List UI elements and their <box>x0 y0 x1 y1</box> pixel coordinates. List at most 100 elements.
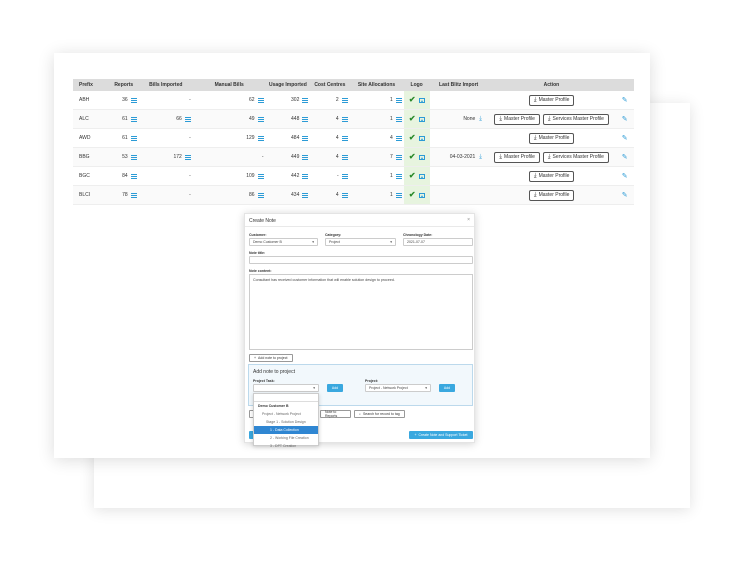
list-icon[interactable] <box>341 116 348 122</box>
list-icon[interactable] <box>257 135 264 141</box>
master-profile-button[interactable]: ⤓ Master Profile <box>528 189 575 201</box>
pencil-icon[interactable]: ✎ <box>622 96 628 104</box>
table-body: ABH 36-62 302 2 1 ✔ ⤓ Master Profile ✎ ALC 61 66 49 4… <box>73 91 634 205</box>
dropdown-option[interactable]: 2 - Working File Creation <box>254 434 318 442</box>
pencil-icon[interactable]: ✎ <box>622 153 628 161</box>
chevron-down-icon: ▾ <box>425 386 427 390</box>
note-to-reports-button[interactable]: Note to Reports <box>320 410 351 418</box>
cell-last-blitz-import: 04-03-2021 ⤓ <box>430 148 488 166</box>
image-icon[interactable] <box>418 135 425 141</box>
customer-select[interactable]: Demo Customer B ▾ <box>249 238 318 246</box>
list-icon[interactable] <box>341 97 348 103</box>
project-task-label: Project Task: <box>253 379 275 383</box>
master-profile-button[interactable]: ⤓ Master Profile <box>528 94 575 106</box>
download-icon[interactable]: ⤓ <box>479 116 482 123</box>
list-icon[interactable] <box>130 173 137 179</box>
list-icon[interactable] <box>130 135 137 141</box>
master-profile-button[interactable]: ⤓ Master Profile <box>494 113 540 125</box>
cell-prefix-value: BBG <box>79 154 90 160</box>
button-label: Master Profile <box>538 192 570 198</box>
list-icon[interactable] <box>341 192 348 198</box>
list-icon[interactable] <box>257 97 264 103</box>
note-content-textarea[interactable]: Consultant has received customer informa… <box>249 274 473 350</box>
project-task-select[interactable]: ▾ <box>253 384 319 392</box>
list-icon[interactable] <box>302 97 309 103</box>
chevron-down-icon: ▾ <box>313 386 315 390</box>
list-icon[interactable] <box>341 173 348 179</box>
chevron-down-icon: ▾ <box>390 240 392 244</box>
list-icon[interactable] <box>302 116 309 122</box>
list-icon[interactable] <box>302 173 309 179</box>
dropdown-option[interactable]: 3 - DPT Creation <box>254 442 318 450</box>
image-icon[interactable] <box>418 97 425 103</box>
list-icon[interactable] <box>184 154 191 160</box>
search-record-button[interactable]: ⌕ Search for record to tag <box>354 410 405 418</box>
cell-site-allocations: 1 <box>350 167 404 185</box>
list-icon[interactable] <box>130 116 137 122</box>
list-icon[interactable] <box>257 192 264 198</box>
dropdown-option[interactable]: 1 - Data Collection <box>254 426 318 434</box>
dropdown-option[interactable]: Stage 1 - Solution Design <box>254 418 318 426</box>
cell-cost-centres-value: - <box>336 173 339 179</box>
cell-action: ⤓ Master Profile <box>488 186 616 204</box>
note-title-input[interactable] <box>249 256 473 264</box>
cell-reports: 36 <box>109 91 139 109</box>
list-icon[interactable] <box>395 154 402 160</box>
add-project-button[interactable]: Add <box>439 384 455 392</box>
list-icon[interactable] <box>395 192 402 198</box>
list-icon[interactable] <box>395 135 402 141</box>
pencil-icon[interactable]: ✎ <box>622 134 628 142</box>
list-icon[interactable] <box>302 154 309 160</box>
list-icon[interactable] <box>395 173 402 179</box>
dropdown-option[interactable]: Project - Network Project <box>254 410 318 418</box>
cell-reports: 84 <box>109 167 139 185</box>
image-icon[interactable] <box>418 116 425 122</box>
create-note-button[interactable]: + Create Note and Support Ticket <box>409 431 473 439</box>
list-icon[interactable] <box>341 154 348 160</box>
chronology-date-input[interactable]: 2021-07-07 <box>403 238 473 246</box>
dropdown-search[interactable] <box>254 394 318 402</box>
list-icon[interactable] <box>341 135 348 141</box>
master-profile-button[interactable]: ⤓ Master Profile <box>528 170 575 182</box>
list-icon[interactable] <box>130 192 137 198</box>
project-task-dropdown: Demo Customer B Project - Network Project… <box>253 393 319 448</box>
list-icon[interactable] <box>257 116 264 122</box>
category-select[interactable]: Project ▾ <box>325 238 396 246</box>
services-master-profile-button[interactable]: ⤓ Services Master Profile <box>542 151 609 163</box>
cell-bills-imported-value: - <box>189 173 191 179</box>
pencil-icon[interactable]: ✎ <box>622 115 628 123</box>
cell-reports: 61 <box>109 110 139 128</box>
download-icon[interactable]: ⤓ <box>479 154 482 161</box>
list-icon[interactable] <box>130 154 137 160</box>
cell-prefix-value: AWD <box>79 135 91 141</box>
dropdown-option[interactable]: Demo Customer B <box>254 402 318 410</box>
cell-reports: 53 <box>109 148 139 166</box>
close-icon[interactable]: × <box>467 217 470 223</box>
list-icon[interactable] <box>302 192 309 198</box>
image-icon[interactable] <box>418 154 425 160</box>
cell-prefix: ABH <box>73 91 109 109</box>
list-icon[interactable] <box>302 135 309 141</box>
pencil-icon[interactable]: ✎ <box>622 191 628 199</box>
image-icon[interactable] <box>418 173 425 179</box>
master-profile-button[interactable]: ⤓ Master Profile <box>494 151 540 163</box>
list-icon[interactable] <box>395 97 402 103</box>
master-profile-button[interactable]: ⤓ Master Profile <box>528 132 575 144</box>
cell-bills-imported-value: - <box>189 135 191 141</box>
list-icon[interactable] <box>257 173 264 179</box>
search-icon: ⌕ <box>359 412 361 416</box>
cell-bills-imported: - <box>139 129 193 147</box>
pencil-icon[interactable]: ✎ <box>622 172 628 180</box>
cell-bills-imported-value: 66 <box>176 116 182 122</box>
services-master-profile-button[interactable]: ⤓ Services Master Profile <box>542 113 609 125</box>
cell-manual-bills: 86 <box>193 186 266 204</box>
table-row: BBG 53 172-449 4 7 ✔ 04-03-2021 ⤓ ⤓ Master Profil… <box>73 148 634 167</box>
cell-edit: ✎ <box>615 186 634 204</box>
project-select[interactable]: Project - Network Project ▾ <box>365 384 431 392</box>
image-icon[interactable] <box>418 192 425 198</box>
list-icon[interactable] <box>184 116 191 122</box>
add-task-button[interactable]: Add <box>327 384 343 392</box>
list-icon[interactable] <box>395 116 402 122</box>
list-icon[interactable] <box>130 97 137 103</box>
add-note-to-project-button[interactable]: + Add note to project <box>249 354 293 362</box>
